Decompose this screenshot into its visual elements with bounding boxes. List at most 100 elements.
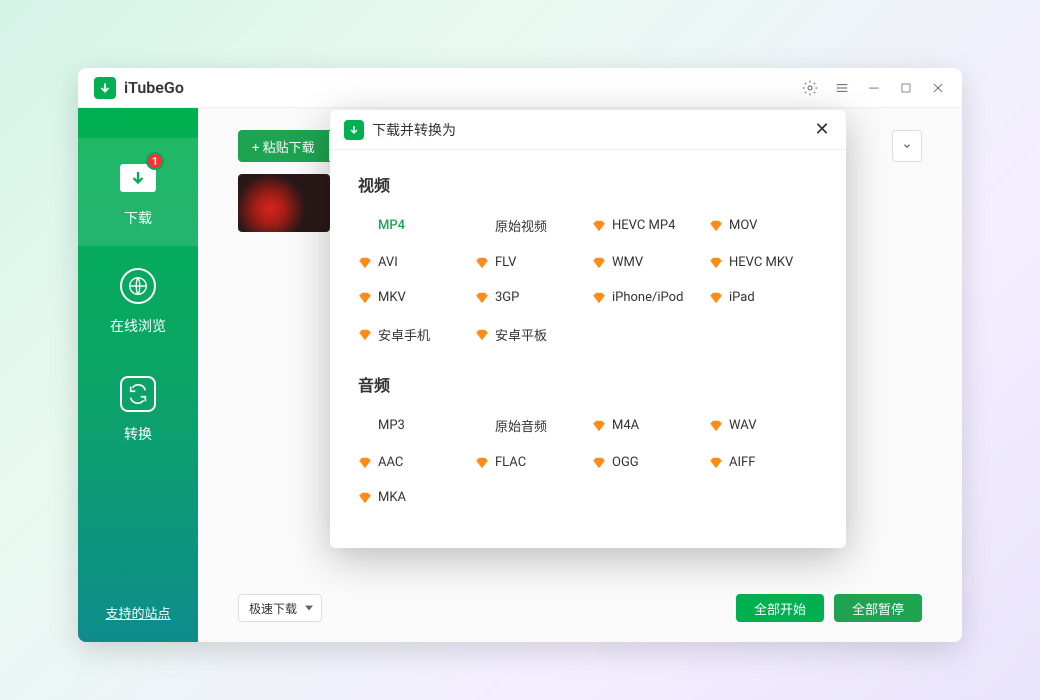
- format-option[interactable]: 安卓平板: [475, 321, 584, 348]
- spacer: [358, 219, 372, 233]
- menu-icon[interactable]: [834, 80, 850, 96]
- audio-format-grid: MP3 原始音频 M4A WAV AAC FLAC OGG AIFF MKA: [358, 412, 818, 509]
- modal-header: 下载并转换为 ✕: [330, 110, 846, 150]
- format-label: MKV: [378, 290, 406, 305]
- format-option[interactable]: iPhone/iPod: [592, 286, 701, 309]
- format-label: MP4: [378, 218, 405, 233]
- paste-download-button[interactable]: + 粘贴下载: [238, 130, 329, 162]
- format-label: iPhone/iPod: [612, 290, 683, 305]
- premium-diamond-icon: [358, 256, 372, 270]
- close-icon[interactable]: [930, 80, 946, 96]
- premium-diamond-icon: [592, 291, 606, 305]
- minimize-icon[interactable]: [866, 80, 882, 96]
- format-option[interactable]: 3GP: [475, 286, 584, 309]
- premium-diamond-icon: [475, 328, 489, 342]
- format-label: OGG: [612, 455, 639, 470]
- app-title: iTubeGo: [124, 78, 802, 97]
- format-option[interactable]: 安卓手机: [358, 321, 467, 348]
- format-label: AAC: [378, 455, 403, 470]
- video-thumbnail[interactable]: [238, 174, 330, 232]
- format-option[interactable]: MP4: [358, 212, 467, 239]
- premium-diamond-icon: [592, 456, 606, 470]
- title-bar: iTubeGo: [78, 68, 962, 108]
- premium-diamond-icon: [475, 456, 489, 470]
- premium-diamond-icon: [475, 291, 489, 305]
- premium-diamond-icon: [709, 419, 723, 433]
- bottom-bar: 极速下载 全部开始 全部暂停: [238, 594, 922, 622]
- start-all-button[interactable]: 全部开始: [736, 594, 824, 622]
- format-option[interactable]: WAV: [709, 412, 818, 439]
- format-label: MP3: [378, 418, 405, 433]
- settings-icon[interactable]: [802, 80, 818, 96]
- speed-select[interactable]: 极速下载: [238, 594, 322, 622]
- supported-sites-link[interactable]: 支持的站点: [105, 603, 170, 622]
- premium-diamond-icon: [709, 256, 723, 270]
- sidebar-item-download[interactable]: 1 下载: [78, 138, 198, 246]
- format-label: AIFF: [729, 455, 755, 470]
- premium-diamond-icon: [592, 219, 606, 233]
- spacer: [358, 419, 372, 433]
- format-label: MKA: [378, 490, 406, 505]
- format-option[interactable]: MP3: [358, 412, 467, 439]
- sidebar-item-browse[interactable]: 在线浏览: [78, 246, 198, 354]
- format-label: 原始视频: [495, 216, 547, 235]
- premium-diamond-icon: [592, 419, 606, 433]
- format-label: FLAC: [495, 455, 526, 470]
- premium-diamond-icon: [358, 491, 372, 505]
- convert-icon: [120, 376, 156, 412]
- format-option[interactable]: FLAC: [475, 451, 584, 474]
- spacer: [475, 419, 489, 433]
- format-label: WMV: [612, 255, 643, 270]
- download-badge: 1: [146, 152, 164, 170]
- format-option[interactable]: AAC: [358, 451, 467, 474]
- audio-section-title: 音频: [358, 372, 818, 396]
- format-option[interactable]: WMV: [592, 251, 701, 274]
- modal-footer: 更多下载设置>>: [358, 533, 818, 548]
- right-dropdown[interactable]: [892, 130, 922, 162]
- format-option[interactable]: 原始音频: [475, 412, 584, 439]
- format-option[interactable]: FLV: [475, 251, 584, 274]
- format-option[interactable]: AVI: [358, 251, 467, 274]
- modal-body: 视频 MP4原始视频HEVC MP4MOVAVIFLVWMVHEVC MKVMK…: [330, 150, 846, 548]
- format-option[interactable]: HEVC MKV: [709, 251, 818, 274]
- format-option[interactable]: MKV: [358, 286, 467, 309]
- format-label: 安卓手机: [378, 325, 430, 344]
- format-option[interactable]: iPad: [709, 286, 818, 309]
- format-option[interactable]: MKA: [358, 486, 467, 509]
- premium-diamond-icon: [358, 456, 372, 470]
- premium-diamond-icon: [475, 256, 489, 270]
- format-option[interactable]: 原始视频: [475, 212, 584, 239]
- format-option[interactable]: OGG: [592, 451, 701, 474]
- format-option[interactable]: AIFF: [709, 451, 818, 474]
- sidebar-label-convert: 转换: [124, 424, 152, 444]
- format-label: 3GP: [495, 290, 519, 305]
- modal-logo: [344, 120, 364, 140]
- globe-icon: [120, 268, 156, 304]
- sidebar-item-convert[interactable]: 转换: [78, 354, 198, 462]
- premium-diamond-icon: [358, 328, 372, 342]
- premium-diamond-icon: [709, 456, 723, 470]
- format-label: HEVC MP4: [612, 218, 675, 233]
- format-option[interactable]: HEVC MP4: [592, 212, 701, 239]
- format-label: M4A: [612, 418, 639, 433]
- pause-all-button[interactable]: 全部暂停: [834, 594, 922, 622]
- format-label: HEVC MKV: [729, 255, 793, 270]
- maximize-icon[interactable]: [898, 80, 914, 96]
- format-option[interactable]: MOV: [709, 212, 818, 239]
- modal-title: 下载并转换为: [372, 120, 812, 140]
- sidebar-label-download: 下载: [124, 208, 152, 228]
- video-format-grid: MP4 原始视频 HEVC MP4 MOV AVI FLV WMV HEVC MKV MKV 3G…: [358, 212, 818, 348]
- format-option[interactable]: M4A: [592, 412, 701, 439]
- format-label: iPad: [729, 290, 755, 305]
- format-label: WAV: [729, 418, 756, 433]
- app-logo: [94, 77, 116, 99]
- format-label: 安卓平板: [495, 325, 547, 344]
- format-label: FLV: [495, 255, 516, 270]
- sidebar-label-browse: 在线浏览: [110, 316, 166, 336]
- sidebar: 1 下载 在线浏览 转换 支持的站点: [78, 108, 198, 642]
- premium-diamond-icon: [709, 219, 723, 233]
- title-controls: [802, 80, 946, 96]
- modal-close-button[interactable]: ✕: [812, 120, 832, 140]
- format-label: MOV: [729, 218, 757, 233]
- spacer: [475, 219, 489, 233]
